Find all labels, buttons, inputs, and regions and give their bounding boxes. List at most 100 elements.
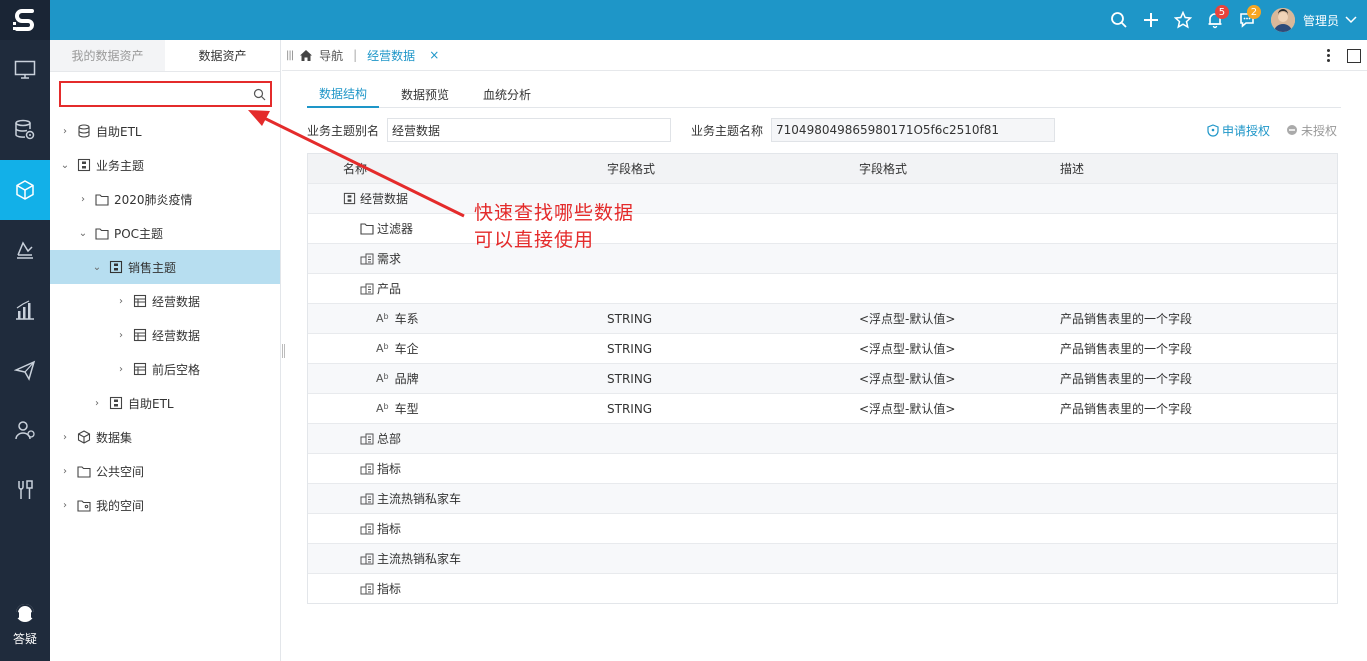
favorite-star-icon[interactable] <box>1167 0 1199 40</box>
row-name: 指标 <box>377 522 402 536</box>
annotation-line-2: 可以直接使用 <box>474 229 595 251</box>
table-row[interactable]: Ab 品牌 STRING <浮点型-默认值> 产品销售表里的一个字段 <box>308 363 1337 393</box>
table-row[interactable]: Ab 车型 STRING <浮点型-默认值> 产品销售表里的一个字段 <box>308 393 1337 423</box>
tree-item-spaces[interactable]: › 前后空格 <box>50 352 280 386</box>
apply-authorization-button[interactable]: 申请授权 <box>1207 122 1270 139</box>
alias-field[interactable]: 经营数据 <box>387 118 672 142</box>
table-row[interactable]: 指标 <box>308 573 1337 603</box>
chevron-down-icon[interactable]: ⌄ <box>78 228 88 239</box>
tree-item-etl-sub[interactable]: › 自助ETL <box>50 386 280 420</box>
table-row[interactable]: Ab 车系 STRING <浮点型-默认值> 产品销售表里的一个字段 <box>308 303 1337 333</box>
chevron-right-icon[interactable]: › <box>92 398 102 409</box>
tree-item-etl[interactable]: › 自助ETL <box>50 114 280 148</box>
tree-item-label: 我的空间 <box>96 498 145 513</box>
cube-icon[interactable] <box>0 160 50 220</box>
cell-name: 总部 <box>360 424 401 453</box>
table-row[interactable]: 指标 <box>308 453 1337 483</box>
table-row[interactable]: 主流热销私家车 <box>308 543 1337 573</box>
search-icon[interactable] <box>253 88 266 101</box>
tab-data-assets[interactable]: 数据资产 <box>165 40 280 71</box>
help-center[interactable]: 答疑 <box>0 602 50 647</box>
chevron-right-icon[interactable]: › <box>60 432 70 443</box>
chevron-right-icon[interactable]: › <box>60 466 70 477</box>
message-icon[interactable]: 2 <box>1231 0 1263 40</box>
bar-chart-icon[interactable] <box>0 280 50 340</box>
s-logo-icon[interactable] <box>0 0 50 40</box>
tree-item-sales-topic[interactable]: ⌄ 销售主题 <box>50 250 280 284</box>
cell-c3: <浮点型-默认值> <box>859 342 956 356</box>
topic-form: 业务主题别名 经营数据 业务主题名称 710498049865980171O5f… <box>307 118 1341 142</box>
search-input[interactable] <box>59 81 272 107</box>
row-name: 指标 <box>377 462 402 476</box>
chevron-down-icon[interactable]: ⌄ <box>60 160 70 171</box>
dimension-icon <box>360 492 375 505</box>
alias-value: 经营数据 <box>392 123 441 138</box>
users-icon[interactable] <box>0 400 50 460</box>
tree-item-business-topics[interactable]: ⌄ 业务主题 <box>50 148 280 182</box>
cell-c2: STRING <box>607 341 653 356</box>
tree-item-label: 经营数据 <box>152 294 201 309</box>
table-row[interactable]: 主流热销私家车 <box>308 483 1337 513</box>
close-tab-icon[interactable]: × <box>429 48 439 62</box>
panel-splitter[interactable] <box>282 344 285 358</box>
monitor-icon[interactable] <box>0 40 50 100</box>
row-name: 主流热销私家车 <box>377 492 462 506</box>
search-icon[interactable] <box>1103 0 1135 40</box>
subtab-structure[interactable]: 数据结构 <box>307 80 380 108</box>
notification-badge: 5 <box>1214 5 1229 19</box>
tree-item-public-space[interactable]: › 公共空间 <box>50 454 280 488</box>
content-tab-bar: ||| 导航 | 经营数据 × <box>282 40 1367 71</box>
tree-item-label: 业务主题 <box>96 158 145 173</box>
chevron-right-icon[interactable]: › <box>78 194 88 205</box>
chevron-right-icon[interactable]: › <box>116 330 126 341</box>
subtab-preview[interactable]: 数据预览 <box>389 80 461 108</box>
chevron-right-icon[interactable]: › <box>60 500 70 511</box>
row-name: 需求 <box>377 252 402 266</box>
tab-my-assets[interactable]: 我的数据资产 <box>50 40 165 71</box>
table-row[interactable]: 产品 <box>308 273 1337 303</box>
analysis-icon[interactable] <box>0 220 50 280</box>
cell-name: 主流热销私家车 <box>360 484 461 513</box>
table-row[interactable]: 过滤器 <box>308 213 1337 243</box>
tree-item-label: 经营数据 <box>152 328 201 343</box>
left-rail: 答疑 <box>0 40 50 661</box>
tree-item-label: POC主题 <box>114 226 164 241</box>
table-row[interactable]: 总部 <box>308 423 1337 453</box>
chevron-right-icon[interactable]: › <box>116 296 126 307</box>
tree-item-my-space[interactable]: › 我的空间 <box>50 488 280 522</box>
table-row[interactable]: 经营数据 <box>308 183 1337 213</box>
maximize-icon[interactable] <box>1347 48 1361 63</box>
cell-c4: 产品销售表里的一个字段 <box>1060 372 1193 386</box>
table-row[interactable]: Ab 车企 STRING <浮点型-默认值> 产品销售表里的一个字段 <box>308 333 1337 363</box>
table-row[interactable]: 指标 <box>308 513 1337 543</box>
string-field-icon: Ab <box>376 312 389 325</box>
folder-icon <box>94 191 110 207</box>
send-icon[interactable] <box>0 340 50 400</box>
tree-item-operating-data-2[interactable]: › 经营数据 <box>50 318 280 352</box>
database-settings-icon[interactable] <box>0 100 50 160</box>
row-name: 车企 <box>394 342 419 356</box>
subtab-lineage[interactable]: 血统分析 <box>471 80 543 108</box>
user-name: 管理员 <box>1302 13 1339 28</box>
tools-icon[interactable] <box>0 460 50 520</box>
tree-item-covid-2020[interactable]: › 2020肺炎疫情 <box>50 182 280 216</box>
chevron-down-icon[interactable]: ⌄ <box>92 262 102 273</box>
cell-name: Ab 品牌 <box>376 364 419 393</box>
cell-c3: <浮点型-默认值> <box>859 372 956 386</box>
apply-label: 申请授权 <box>1221 123 1270 138</box>
more-options-icon[interactable] <box>1317 49 1339 62</box>
user-menu[interactable]: 管理员 <box>1263 0 1367 40</box>
home-tab[interactable]: 导航 <box>299 47 343 64</box>
table-row[interactable]: 需求 <box>308 243 1337 273</box>
add-icon[interactable] <box>1135 0 1167 40</box>
tab-operating-data[interactable]: 经营数据 <box>367 47 415 64</box>
tree-item-datasets[interactable]: › 数据集 <box>50 420 280 454</box>
tree-item-operating-data[interactable]: › 经营数据 <box>50 284 280 318</box>
row-name: 产品 <box>377 282 402 296</box>
tree-item-poc-topic[interactable]: ⌄ POC主题 <box>50 216 280 250</box>
chevron-right-icon[interactable]: › <box>116 364 126 375</box>
grip-icon[interactable]: ||| <box>286 50 294 61</box>
notification-bell-icon[interactable]: 5 <box>1199 0 1231 40</box>
home-icon <box>300 49 313 61</box>
chevron-right-icon[interactable]: › <box>60 126 70 137</box>
